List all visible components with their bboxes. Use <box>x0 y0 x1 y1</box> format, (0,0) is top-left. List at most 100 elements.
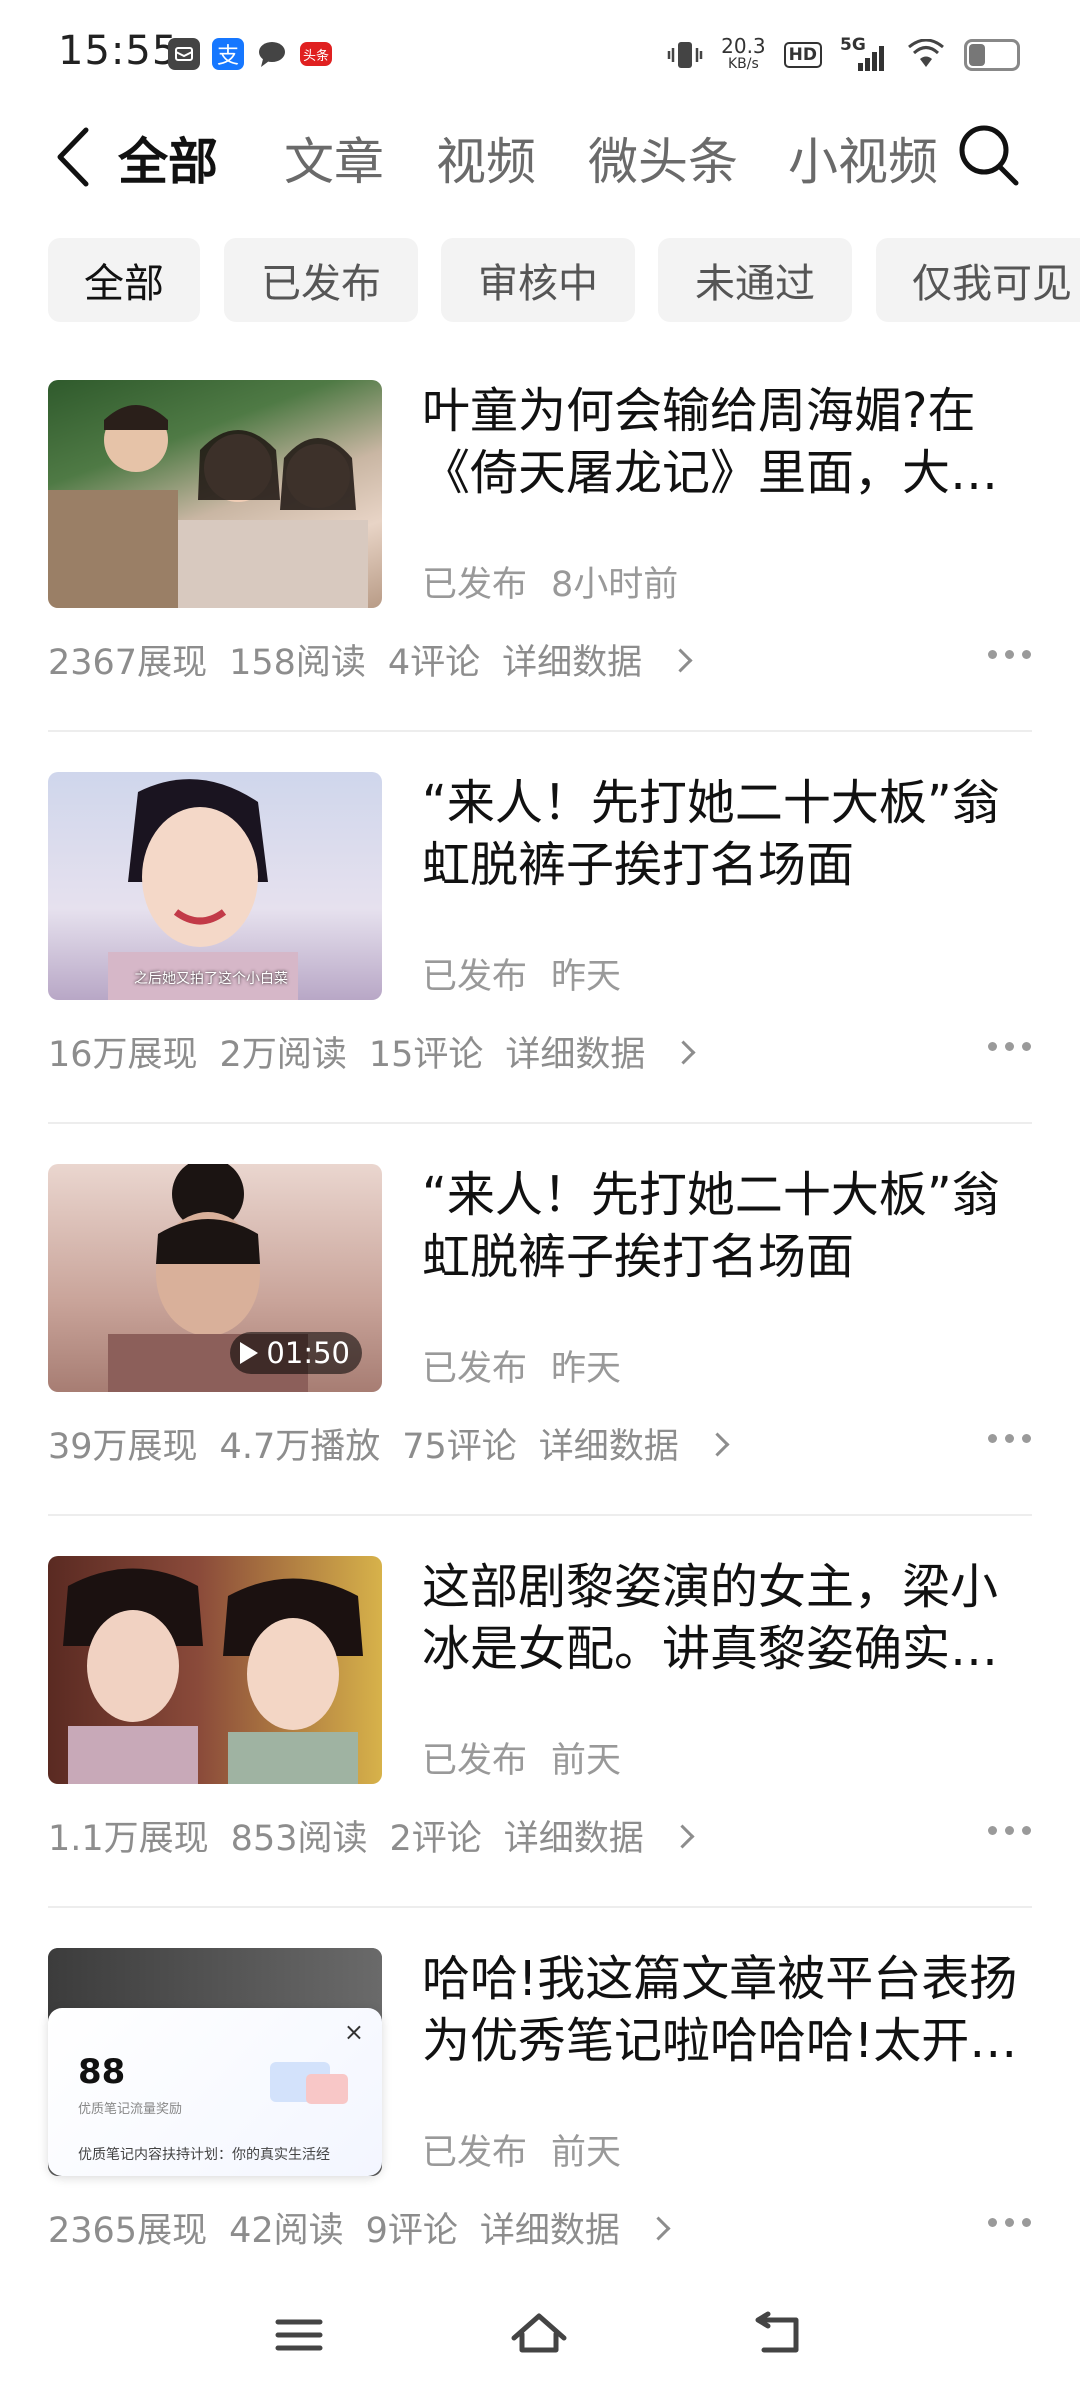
impressions-count: 2365展现 <box>48 2211 208 2251</box>
item-title[interactable]: “来人！先打她二十大板”翁虹脱裤子挨打名场面 <box>422 772 1032 896</box>
item-stats: 2365展现 42阅读 9评论 详细数据 <box>48 2202 689 2253</box>
tab-all[interactable]: 全部 <box>118 122 218 194</box>
vibrate-icon <box>667 42 703 68</box>
comments-count: 75评论 <box>402 1427 517 1467</box>
publish-time: 前天 <box>551 1741 622 1781</box>
card-illustration-icon <box>270 2062 348 2104</box>
content-item[interactable]: 叶童为何会输给周海媚?在《倚天屠龙记》里面，大家都知道叶童演的赵敏 已发布 8小时… <box>48 380 1032 780</box>
more-options-icon[interactable] <box>988 648 1032 662</box>
details-label: 详细数据 <box>538 1427 679 1467</box>
item-meta: 已发布 前天 <box>422 1732 621 1783</box>
reward-label: 优质笔记流量奖励 <box>78 2102 183 2117</box>
item-stats: 16万展现 2万阅读 15评论 详细数据 <box>48 1026 714 1077</box>
tab-articles[interactable]: 文章 <box>284 122 384 194</box>
content-item[interactable]: 这部剧黎姿演的女主，梁小冰是女配。讲真黎姿确实很美 已发布前天 1.1万展现 85… <box>48 1556 1032 1956</box>
back-arrow-icon[interactable] <box>48 122 98 192</box>
content-item[interactable]: 之后她又拍了这个小白菜 “来人！先打她二十大板”翁虹脱裤子挨打名场面 已发布 昨天… <box>48 772 1032 1172</box>
item-meta: 已发布 8小时前 <box>422 556 678 607</box>
comments-count: 9评论 <box>365 2211 458 2251</box>
tab-micro-posts[interactable]: 微头条 <box>588 122 738 194</box>
comments-count: 4评论 <box>387 643 481 683</box>
item-title[interactable]: “来人！先打她二十大板”翁虹脱裤子挨打名场面 <box>422 1164 1032 1288</box>
thumbnail-image <box>48 380 382 608</box>
more-options-icon[interactable] <box>988 1432 1032 1446</box>
reads-count: 158阅读 <box>229 643 366 683</box>
divider <box>48 1122 1032 1124</box>
plays-count: 4.7万播放 <box>219 1427 381 1467</box>
tab-short-videos[interactable]: 小视频 <box>788 122 938 194</box>
details-link[interactable]: 详细数据 <box>538 1427 730 1467</box>
impressions-count: 39万展现 <box>48 1427 198 1467</box>
details-label: 详细数据 <box>502 643 643 683</box>
item-title[interactable]: 叶童为何会输给周海媚?在《倚天屠龙记》里面，大家都知道叶童演的赵敏 <box>422 380 1032 504</box>
more-options-icon[interactable] <box>988 1824 1032 1838</box>
notification-icon <box>168 38 200 70</box>
details-label: 详细数据 <box>479 2211 620 2251</box>
search-icon[interactable] <box>956 120 1022 190</box>
publish-status: 已发布 <box>422 1741 528 1781</box>
impressions-count: 1.1万展现 <box>48 1819 209 1859</box>
divider <box>48 1514 1032 1516</box>
reads-count: 2万阅读 <box>219 1035 347 1075</box>
status-filter-bar: 全部 已发布 审核中 未通过 仅我可见 <box>0 238 1080 322</box>
item-stats: 39万展现 4.7万播放 75评论 详细数据 <box>48 1418 748 1469</box>
more-options-icon[interactable] <box>988 1040 1032 1054</box>
reward-number: 88 <box>78 2052 126 2092</box>
chevron-right-icon <box>705 1431 730 1457</box>
status-indicators: 20.3 KB/s HD 5G <box>667 30 1020 80</box>
item-stats: 2367展现 158阅读 4评论 详细数据 <box>48 634 711 685</box>
publish-status: 已发布 <box>422 565 528 605</box>
chevron-right-icon <box>671 1039 696 1065</box>
comments-count: 15评论 <box>368 1035 484 1075</box>
net-speed: 20.3 KB/s <box>721 34 766 72</box>
filter-published[interactable]: 已发布 <box>224 238 418 322</box>
more-options-icon[interactable] <box>988 2216 1032 2230</box>
reward-popup[interactable]: × 88 优质笔记流量奖励 优质笔记内容扶持计划：你的真实生活经 <box>48 2008 382 2176</box>
menu-icon[interactable] <box>264 2300 334 2370</box>
filter-private[interactable]: 仅我可见 <box>876 238 1080 322</box>
item-meta: 已发布 前天 <box>422 2124 621 2175</box>
message-icon <box>256 38 288 70</box>
item-title[interactable]: 这部剧黎姿演的女主，梁小冰是女配。讲真黎姿确实很美 <box>422 1556 1032 1680</box>
home-icon[interactable] <box>504 2300 574 2370</box>
back-icon[interactable] <box>744 2300 814 2370</box>
thumbnail-image <box>48 1556 382 1784</box>
details-link[interactable]: 详细数据 <box>505 1035 696 1075</box>
hd-badge: HD <box>783 42 822 68</box>
status-time: 15:55 <box>58 28 179 74</box>
tab-videos[interactable]: 视频 <box>436 122 536 194</box>
item-meta: 已发布 昨天 <box>422 948 621 999</box>
status-bar: 15:55 支 头条 20.3 KB/s HD 5G <box>0 0 1080 100</box>
item-title[interactable]: 哈哈!我这篇文章被平台表扬为优秀笔记啦哈哈哈!太开心了 <box>422 1948 1032 2072</box>
impressions-count: 16万展现 <box>48 1035 198 1075</box>
toutiao-icon: 头条 <box>300 42 332 66</box>
publish-status: 已发布 <box>422 957 528 997</box>
details-link[interactable]: 详细数据 <box>504 1819 695 1859</box>
publish-time: 前天 <box>551 2133 622 2173</box>
publish-time: 昨天 <box>551 1349 622 1389</box>
chevron-right-icon <box>670 1823 695 1849</box>
chevron-right-icon <box>668 647 693 673</box>
publish-time: 8小时前 <box>551 565 679 605</box>
reads-count: 42阅读 <box>229 2211 344 2251</box>
details-label: 详细数据 <box>505 1035 646 1075</box>
chevron-right-icon <box>646 2215 671 2241</box>
filter-rejected[interactable]: 未通过 <box>658 238 852 322</box>
details-link[interactable]: 详细数据 <box>479 2211 671 2251</box>
filter-all[interactable]: 全部 <box>48 238 200 322</box>
wifi-icon <box>908 39 944 67</box>
publish-status: 已发布 <box>422 2133 528 2173</box>
system-nav-bar <box>0 2270 1080 2400</box>
divider <box>48 730 1032 732</box>
reward-description: 优质笔记内容扶持计划：你的真实生活经 <box>78 2147 330 2163</box>
signal-icon: 5G <box>840 35 888 73</box>
filter-reviewing[interactable]: 审核中 <box>441 238 635 322</box>
publish-status: 已发布 <box>422 1349 528 1389</box>
details-link[interactable]: 详细数据 <box>502 643 693 683</box>
video-duration: 01:50 <box>230 1332 362 1374</box>
battery-icon <box>964 39 1020 71</box>
alipay-icon: 支 <box>212 38 244 70</box>
play-icon <box>240 1342 259 1364</box>
content-item[interactable]: 01:50 “来人！先打她二十大板”翁虹脱裤子挨打名场面 已发布 昨天 39万展现… <box>48 1164 1032 1564</box>
close-icon[interactable]: × <box>344 2018 364 2046</box>
